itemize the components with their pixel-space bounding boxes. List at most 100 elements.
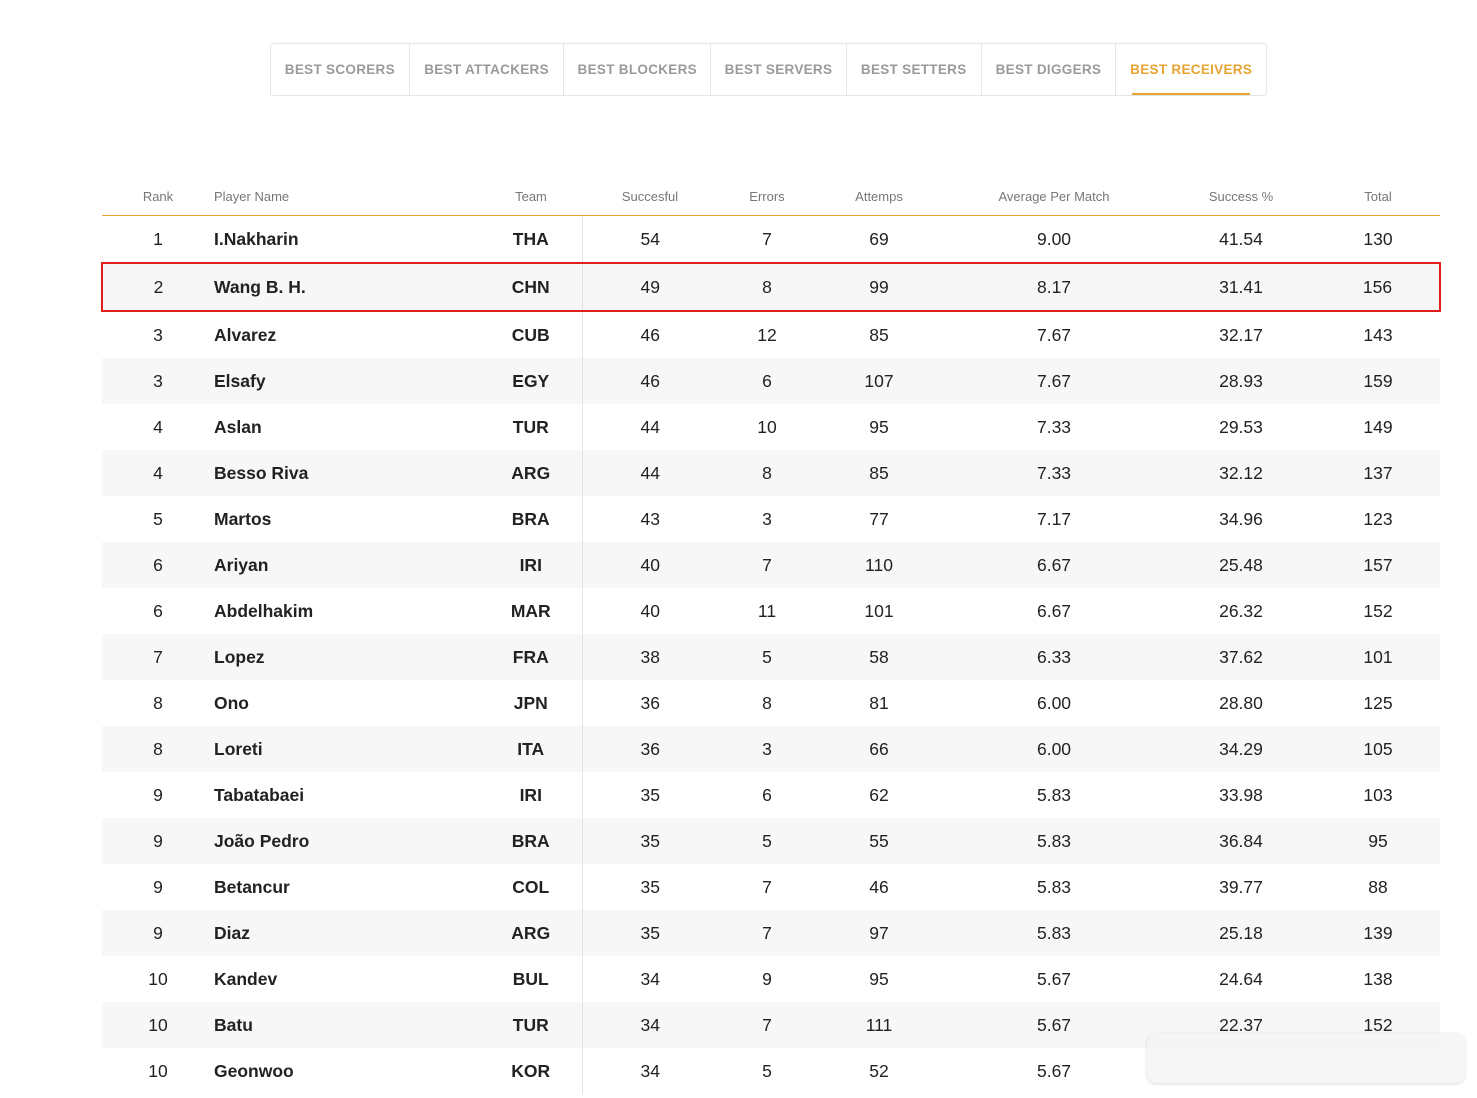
player-name-cell[interactable]: Abdelhakim	[214, 588, 480, 634]
player-name-cell[interactable]: Kandev	[214, 956, 480, 1002]
table-row[interactable]: 3 Alvarez CUB 46 12 85 7.67 32.17 143	[102, 311, 1440, 358]
player-name-cell[interactable]: Loreti	[214, 726, 480, 772]
attempts-cell: 85	[816, 450, 942, 496]
tab-best-blockers[interactable]: BEST BLOCKERS	[564, 44, 712, 95]
errors-cell: 6	[762, 784, 772, 805]
success-percent-cell: 34.96	[1219, 508, 1263, 529]
player-name-cell[interactable]: Martos	[214, 496, 480, 542]
table-row[interactable]: 8 Ono JPN 36 8 81 6.00 28.80 125	[102, 680, 1440, 726]
success-percent-cell: 29.53	[1219, 416, 1263, 437]
player-name-cell[interactable]: Elsafy	[214, 358, 480, 404]
tab-best-scorers[interactable]: BEST SCORERS	[271, 44, 410, 95]
rank-cell: 6	[102, 542, 214, 588]
table-row[interactable]: 7 Lopez FRA 38 5 58 6.33 37.62 101	[102, 634, 1440, 680]
table-row[interactable]: 9 Tabatabaei IRI 35 6 62 5.83 33.98 103	[102, 772, 1440, 818]
attempts-cell: 62	[869, 784, 889, 805]
team-cell: BUL	[480, 956, 583, 1002]
total-cell: 105	[1316, 726, 1440, 772]
header-team[interactable]: Team	[480, 178, 582, 216]
table-row[interactable]: 4 Besso Riva ARG 44 8 85 7.33 32.12 137	[102, 450, 1440, 496]
player-name-cell[interactable]: Lopez	[214, 634, 480, 680]
average-cell: 5.83	[1036, 784, 1072, 805]
player-name-cell[interactable]: Ariyan	[214, 542, 480, 588]
table-row[interactable]: 8 Loreti ITA 36 3 66 6.00 34.29 105	[102, 726, 1440, 772]
errors-cell: 7	[762, 876, 772, 897]
errors-cell: 7	[762, 228, 772, 249]
team-cell: FRA	[480, 634, 583, 680]
total-cell: 95	[1316, 818, 1440, 864]
errors-cell: 6	[718, 358, 816, 404]
header-average-per-match[interactable]: Average Per Match	[942, 178, 1166, 216]
attempts-cell: 95	[869, 968, 889, 989]
player-name-cell[interactable]: Diaz	[214, 910, 480, 956]
header-attempts[interactable]: Attemps	[816, 178, 942, 216]
table-row[interactable]: 3 Elsafy EGY 46 6 107 7.67 28.93 159	[102, 358, 1440, 404]
table-row[interactable]: 6 Ariyan IRI 40 7 110 6.67 25.48 157	[102, 542, 1440, 588]
successful-cell: 40	[640, 600, 660, 621]
total-cell: 143	[1363, 324, 1393, 345]
tab-best-diggers[interactable]: BEST DIGGERS	[982, 44, 1117, 95]
table-row[interactable]: 2 Wang B. H. CHN 49 8 99 8.17 31.41 156	[101, 262, 1441, 312]
table-row[interactable]: 9 João Pedro BRA 35 5 55 5.83 36.84 95	[102, 818, 1440, 864]
tab-best-servers[interactable]: BEST SERVERS	[711, 44, 847, 95]
player-name-cell[interactable]: João Pedro	[214, 818, 480, 864]
table-row[interactable]: 5 Martos BRA 43 3 77 7.17 34.96 123	[102, 496, 1440, 542]
tab-best-setters[interactable]: BEST SETTERS	[847, 44, 982, 95]
attempts-cell: 107	[816, 358, 942, 404]
successful-cell: 34	[640, 968, 660, 989]
errors-cell: 3	[762, 508, 772, 529]
rank-cell: 4	[153, 416, 163, 437]
rank-cell: 6	[153, 600, 163, 621]
table-row[interactable]: 9 Betancur COL 35 7 46 5.83 39.77 88	[102, 864, 1440, 910]
attempts-cell: 110	[816, 542, 942, 588]
tab-best-attackers[interactable]: BEST ATTACKERS	[410, 44, 565, 95]
team-cell: ARG	[480, 450, 583, 496]
table-row[interactable]: 9 Diaz ARG 35 7 97 5.83 25.18 139	[102, 910, 1440, 956]
success-percent-cell: 32.12	[1166, 450, 1316, 496]
header-rank[interactable]: Rank	[102, 178, 214, 216]
player-name-cell[interactable]: Aslan	[214, 404, 480, 450]
successful-cell: 46	[582, 358, 718, 404]
table-header-row: Rank Player Name Team Succesful Errors A…	[102, 178, 1440, 216]
player-name-cell[interactable]: Ono	[214, 680, 480, 726]
player-name-cell[interactable]: Betancur	[214, 864, 480, 910]
player-name-cell[interactable]: Batu	[214, 1002, 480, 1048]
table-row[interactable]: 4 Aslan TUR 44 10 95 7.33 29.53 149	[102, 404, 1440, 450]
header-player-name[interactable]: Player Name	[214, 178, 480, 216]
table-row[interactable]: 6 Abdelhakim MAR 40 11 101 6.67 26.32 152	[102, 588, 1440, 634]
total-cell: 149	[1363, 416, 1393, 437]
success-percent-cell: 32.17	[1219, 324, 1263, 345]
header-total[interactable]: Total	[1316, 178, 1440, 216]
successful-cell: 44	[582, 450, 718, 496]
attempts-cell: 97	[816, 910, 942, 956]
total-cell: 123	[1363, 508, 1393, 529]
header-errors[interactable]: Errors	[718, 178, 816, 216]
average-cell: 5.67	[1036, 968, 1072, 989]
player-name-cell[interactable]: Geonwoo	[214, 1048, 480, 1094]
team-cell: BRA	[480, 496, 583, 542]
player-name-cell[interactable]: Besso Riva	[214, 450, 480, 496]
table-row[interactable]: 1 I.Nakharin THA 54 7 69 9.00 41.54 130	[102, 215, 1440, 264]
average-cell: 9.00	[1036, 228, 1072, 249]
floating-overlay-button[interactable]	[1147, 1033, 1465, 1083]
successful-cell: 35	[582, 910, 718, 956]
total-cell: 125	[1363, 692, 1393, 713]
success-percent-cell: 26.32	[1219, 600, 1263, 621]
header-successful[interactable]: Succesful	[582, 178, 718, 216]
header-success-percent[interactable]: Success %	[1166, 178, 1316, 216]
rank-cell: 3	[102, 358, 214, 404]
errors-cell: 11	[757, 600, 777, 621]
success-percent-cell: 24.64	[1219, 968, 1263, 989]
rank-cell: 9	[153, 784, 163, 805]
errors-cell: 9	[762, 968, 772, 989]
player-name-cell[interactable]: Wang B. H.	[214, 262, 480, 312]
player-name-cell[interactable]: Tabatabaei	[214, 772, 480, 818]
tab-best-receivers[interactable]: BEST RECEIVERS	[1116, 44, 1266, 95]
attempts-cell: 101	[864, 600, 894, 621]
player-name-cell[interactable]: I.Nakharin	[214, 216, 480, 264]
average-cell: 6.00	[942, 726, 1166, 772]
table-row[interactable]: 10 Kandev BUL 34 9 95 5.67 24.64 138	[102, 956, 1440, 1002]
successful-cell: 54	[640, 228, 660, 249]
player-name-cell[interactable]: Alvarez	[214, 311, 480, 358]
rank-cell: 9	[102, 818, 214, 864]
